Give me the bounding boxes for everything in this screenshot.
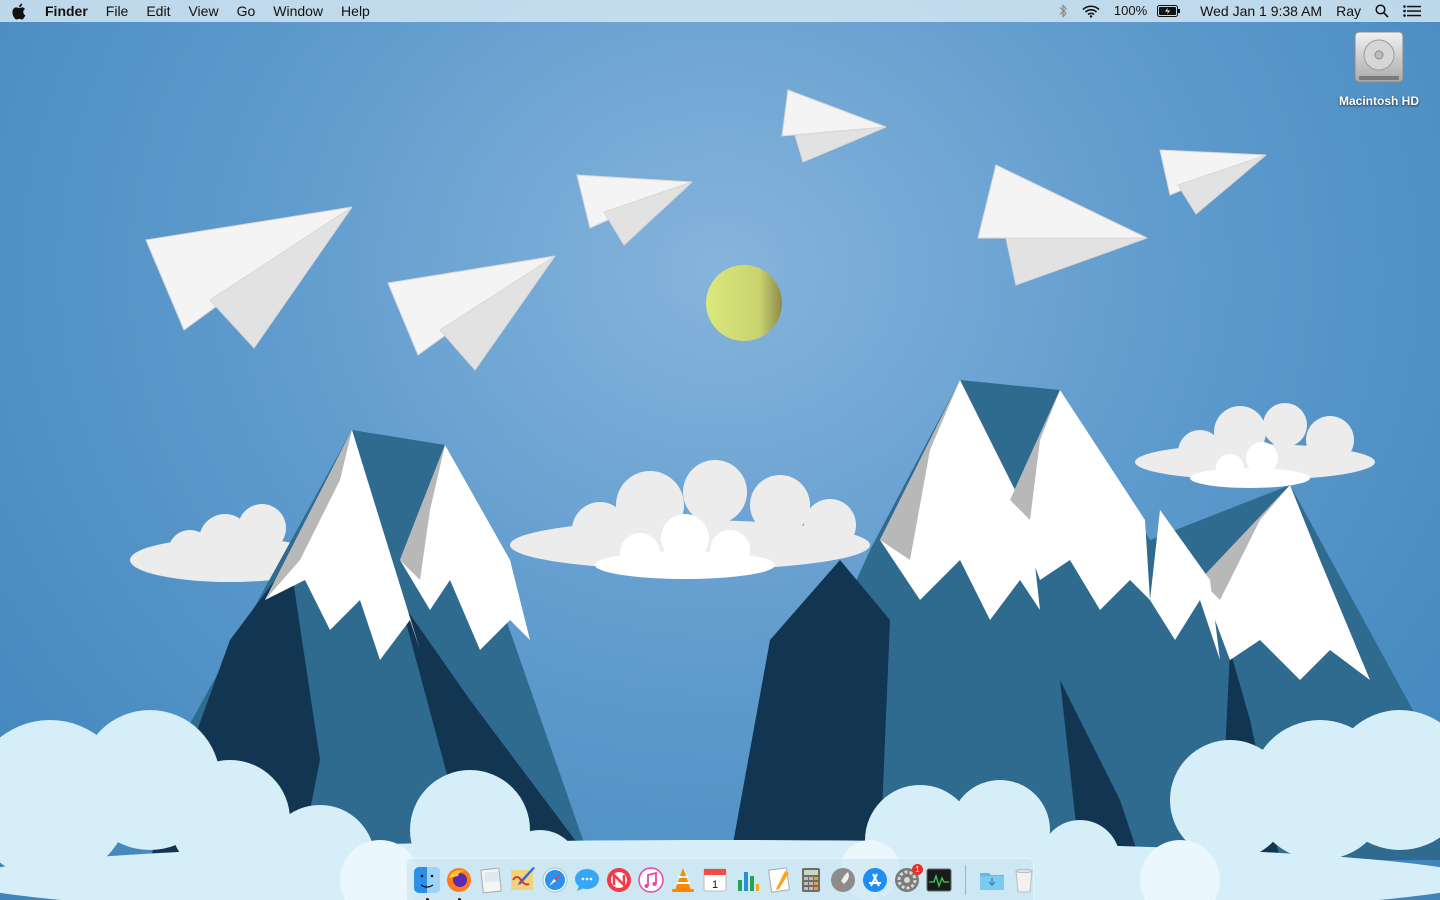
paper-plane (781, 89, 887, 163)
itunes-icon (638, 866, 664, 893)
numbers-icon (738, 871, 759, 891)
paintbrush-icon (511, 866, 535, 890)
dock-app-launchpad[interactable] (827, 864, 859, 896)
sun (706, 265, 782, 341)
dock-app-messages[interactable] (571, 864, 603, 896)
paper-plane (145, 206, 353, 349)
vlc-icon (672, 867, 694, 892)
dock: 1 1 (406, 858, 1034, 900)
menu-go[interactable]: Go (228, 0, 265, 22)
launchpad-icon (831, 867, 855, 892)
wallpaper-artwork (0, 89, 1440, 900)
safari-icon (542, 867, 568, 892)
trash-icon (1015, 868, 1033, 892)
paper-plane (1159, 149, 1267, 215)
notification-center-icon[interactable] (1396, 5, 1428, 17)
battery-percentage[interactable]: 100% (1107, 0, 1150, 22)
dock-app-firefox[interactable] (443, 864, 475, 900)
dock-app-safari[interactable] (539, 864, 571, 896)
dock-app-app-store[interactable] (859, 864, 891, 896)
dock-app-system-preferences[interactable]: 1 (891, 863, 923, 896)
menu-edit[interactable]: Edit (137, 0, 179, 22)
calendar-date: 1 (712, 879, 718, 891)
news-icon (607, 867, 631, 892)
bluetooth-icon[interactable] (1051, 4, 1075, 18)
menu-file[interactable]: File (97, 0, 138, 22)
preview-icon (480, 867, 502, 893)
apple-menu-icon[interactable] (0, 0, 36, 22)
menu-window[interactable]: Window (264, 0, 332, 22)
dock-app-itunes[interactable] (635, 864, 667, 896)
dock-app-paintbrush[interactable] (507, 864, 539, 896)
dock-stack-downloads[interactable] (976, 864, 1008, 896)
desktop-wallpaper[interactable] (0, 0, 1440, 900)
dock-app-pages[interactable] (763, 864, 795, 896)
activity-monitor-icon (926, 868, 952, 891)
dock-app-vlc[interactable] (667, 864, 699, 896)
dock-app-activity-monitor[interactable] (923, 864, 955, 896)
paper-plane (977, 164, 1148, 286)
macintosh-hd-desktop-icon[interactable]: Macintosh HD (1330, 28, 1428, 108)
battery-charging-icon[interactable] (1150, 5, 1188, 17)
user-menu[interactable]: Ray (1329, 0, 1368, 22)
calculator-icon (802, 867, 820, 892)
menu-view[interactable]: View (179, 0, 227, 22)
app-menu-finder[interactable]: Finder (36, 0, 97, 22)
pages-icon (767, 866, 791, 893)
notification-badge: 1 (912, 863, 923, 875)
dock-app-numbers[interactable] (731, 864, 763, 896)
dock-app-finder[interactable] (411, 864, 443, 900)
firefox-icon (447, 867, 471, 892)
dock-trash[interactable] (1008, 864, 1040, 896)
wifi-icon[interactable] (1075, 5, 1107, 18)
paper-plane (387, 255, 556, 371)
menu-help[interactable]: Help (332, 0, 379, 22)
dock-app-news[interactable] (603, 864, 635, 896)
dock-app-calendar[interactable]: 1 (699, 864, 731, 896)
spotlight-icon[interactable] (1368, 4, 1396, 18)
dock-separator (965, 864, 966, 895)
clock[interactable]: Wed Jan 1 9:38 AM (1188, 0, 1329, 22)
app-store-icon (863, 867, 887, 892)
finder-icon (414, 866, 440, 893)
hard-drive-icon (1351, 28, 1407, 86)
downloads-folder-icon (980, 872, 1004, 890)
desktop-icon-label: Macintosh HD (1338, 94, 1419, 108)
menu-bar: Finder File Edit View Go Window Help 100… (0, 0, 1440, 22)
paper-plane (576, 174, 693, 246)
calendar-icon: 1 (703, 868, 727, 891)
dock-app-preview[interactable] (475, 864, 507, 896)
messages-icon (575, 868, 599, 891)
dock-app-calculator[interactable] (795, 864, 827, 896)
